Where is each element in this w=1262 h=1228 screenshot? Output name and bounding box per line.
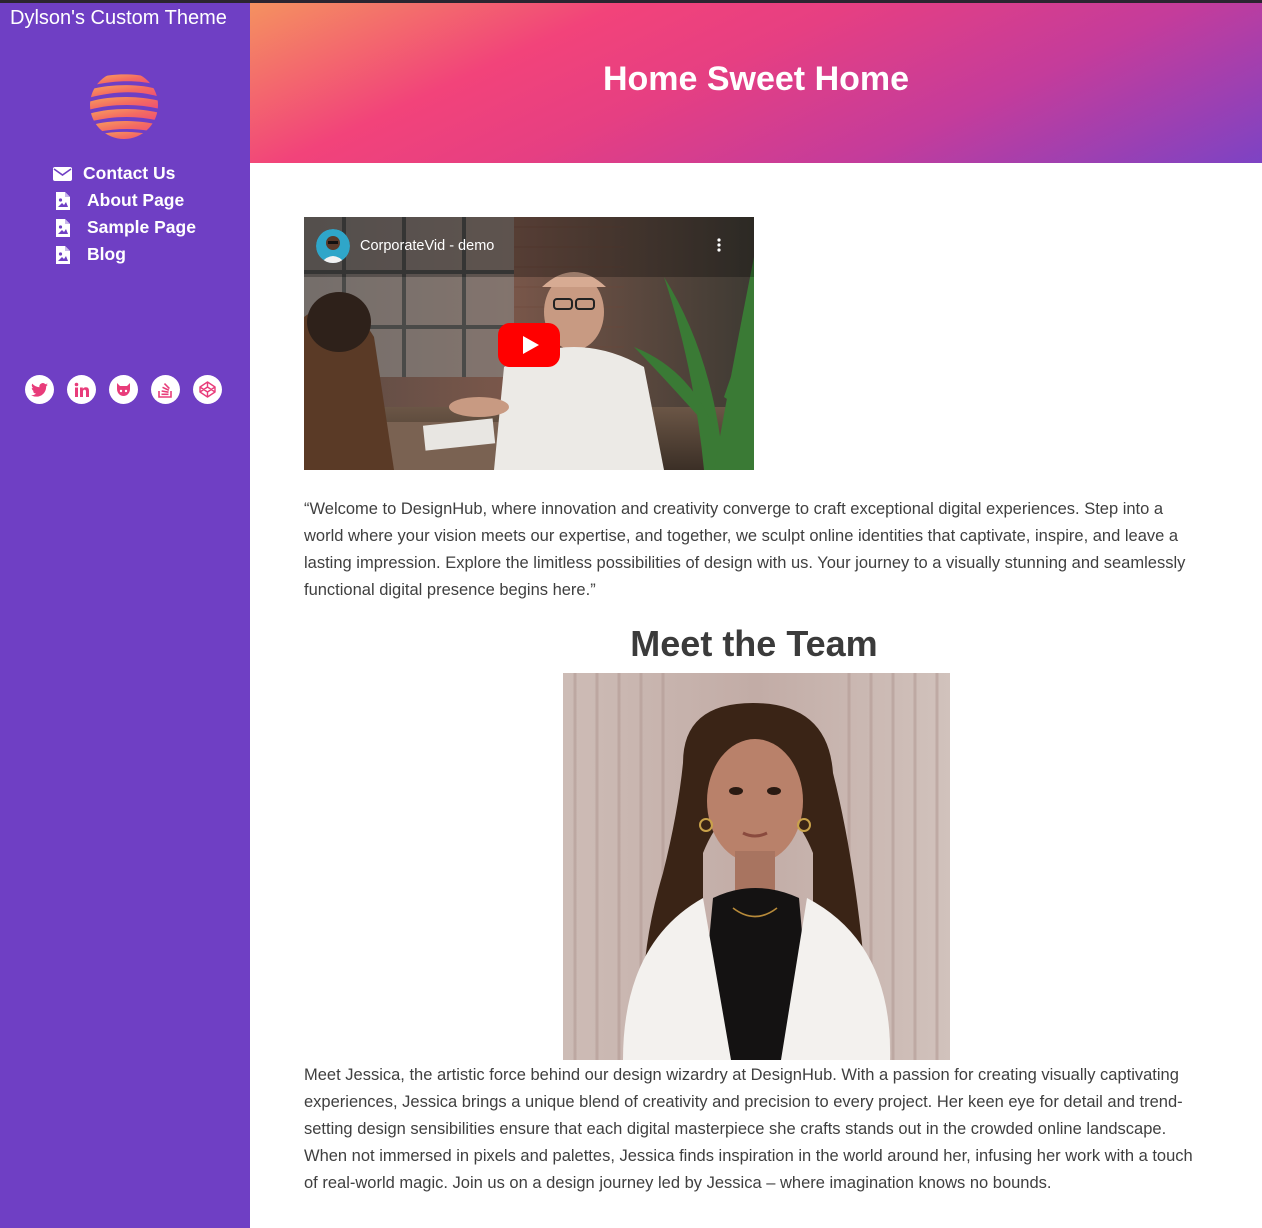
linkedin-icon[interactable] — [67, 375, 96, 404]
team-member-bio: Meet Jessica, the artistic force behind … — [304, 1066, 1193, 1192]
nav-contact-us[interactable]: Contact Us — [53, 160, 196, 187]
social-links — [25, 375, 222, 404]
site-logo[interactable] — [88, 70, 160, 140]
nav-label: Blog — [87, 244, 126, 264]
video-player[interactable]: CorporateVid - demo — [304, 217, 754, 470]
github-icon[interactable] — [109, 375, 138, 404]
envelope-icon — [53, 166, 83, 181]
codepen-icon[interactable] — [193, 375, 222, 404]
play-button-icon[interactable] — [498, 323, 560, 372]
file-image-icon — [53, 191, 87, 210]
nav-label: About Page — [87, 190, 185, 210]
main-nav: Contact Us About Page Sample Page Blog — [53, 160, 196, 268]
nav-sample-page[interactable]: Sample Page — [53, 214, 196, 241]
more-options-icon[interactable] — [716, 237, 722, 258]
nav-label: Sample Page — [87, 217, 196, 237]
stackoverflow-icon[interactable] — [151, 375, 180, 404]
video-title[interactable]: CorporateVid - demo — [360, 238, 494, 254]
intro-paragraph: “Welcome to DesignHub, where innovation … — [304, 500, 1186, 599]
page-header: Home Sweet Home — [250, 0, 1262, 163]
file-image-icon — [53, 218, 87, 237]
nav-about-page[interactable]: About Page — [53, 187, 196, 214]
site-title[interactable]: Dylson's Custom Theme — [10, 7, 227, 30]
twitter-icon[interactable] — [25, 375, 54, 404]
nav-label: Contact Us — [83, 163, 176, 183]
team-member-photo — [563, 673, 950, 1060]
channel-avatar[interactable] — [316, 229, 350, 263]
window-top-border — [0, 0, 1262, 3]
sidebar: Dylson's Custom Theme Contact Us About P… — [0, 0, 250, 1228]
nav-blog[interactable]: Blog — [53, 241, 196, 268]
file-image-icon — [53, 245, 87, 264]
team-heading: Meet the Team — [630, 623, 878, 664]
page-title: Home Sweet Home — [602, 60, 910, 98]
